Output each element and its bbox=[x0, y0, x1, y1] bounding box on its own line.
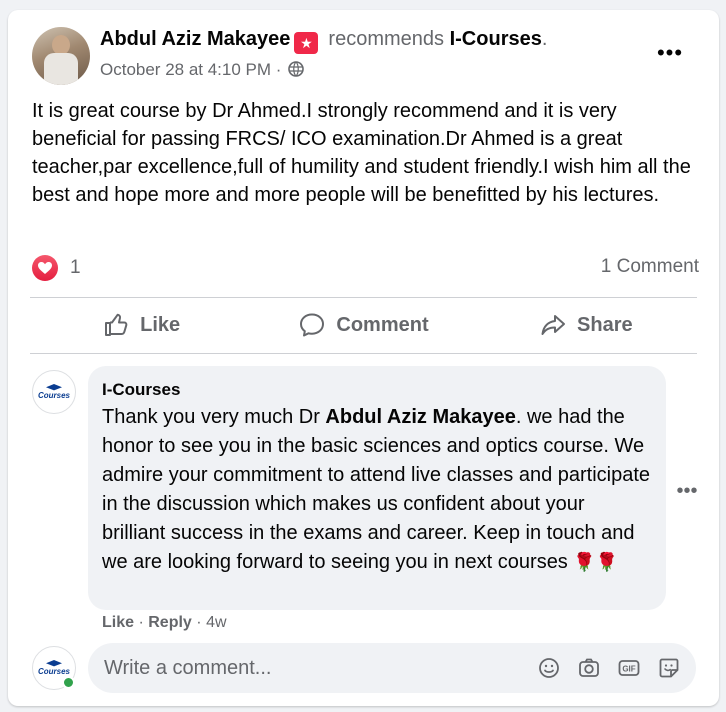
post-meta: October 28 at 4:10 PM · bbox=[100, 60, 304, 80]
camera-icon[interactable] bbox=[576, 655, 602, 681]
globe-icon bbox=[288, 61, 304, 77]
comment-text-start: Thank you very much Dr bbox=[102, 406, 326, 428]
commenter-avatar[interactable]: Courses bbox=[32, 370, 76, 414]
thumbs-up-icon bbox=[105, 313, 128, 336]
divider-bottom bbox=[30, 353, 697, 354]
recommendation-badge-icon: ★ bbox=[294, 32, 319, 54]
comment-actions-dot-2: · bbox=[196, 614, 202, 631]
comment-author[interactable]: I-Courses bbox=[102, 379, 652, 401]
commenter-logo-text: Courses bbox=[37, 391, 70, 400]
comment-text-rest: . we had the honor to see you in the bas… bbox=[102, 406, 651, 573]
rose-emoji: 🌹🌹 bbox=[573, 552, 619, 572]
comment-options-icon[interactable]: ••• bbox=[672, 480, 702, 502]
comment-input[interactable] bbox=[104, 656, 522, 680]
post-timestamp[interactable]: October 28 at 4:10 PM bbox=[100, 60, 271, 79]
meta-separator: · bbox=[275, 60, 282, 79]
comments-count-link[interactable]: 1 Comment bbox=[601, 256, 699, 278]
comment-like-button[interactable]: Like bbox=[102, 614, 134, 631]
love-reaction-icon bbox=[32, 255, 58, 281]
post-actions-bar: Like Comment Share bbox=[30, 297, 697, 353]
avatar-body bbox=[44, 53, 78, 85]
recommends-label: recommends bbox=[328, 28, 445, 50]
comment-mention[interactable]: Abdul Aziz Makayee bbox=[325, 406, 515, 428]
page-name-link[interactable]: I-Courses bbox=[450, 28, 542, 50]
sticker-icon[interactable] bbox=[656, 655, 682, 681]
share-icon bbox=[541, 315, 566, 335]
comment-actions-dot: · bbox=[138, 614, 144, 631]
header-end-dot: . bbox=[541, 28, 548, 50]
emoji-icon[interactable] bbox=[536, 655, 562, 681]
svg-text:GIF: GIF bbox=[622, 664, 635, 673]
comment-reply-button[interactable]: Reply bbox=[148, 614, 192, 631]
like-label: Like bbox=[140, 313, 181, 336]
gif-icon[interactable]: GIF bbox=[616, 655, 642, 681]
post-options-icon[interactable]: ••• bbox=[650, 40, 690, 65]
avatar-head bbox=[52, 35, 70, 55]
comment-bubble: I-Courses Thank you very much Dr Abdul A… bbox=[88, 366, 666, 610]
comment-label: Comment bbox=[336, 313, 429, 336]
like-button[interactable]: Like bbox=[30, 297, 252, 353]
comment-actions: Like · Reply · 4w bbox=[102, 614, 227, 632]
share-label: Share bbox=[577, 313, 633, 336]
author-name[interactable]: Abdul Aziz Makayee bbox=[100, 28, 290, 50]
online-status-dot bbox=[62, 676, 75, 689]
comment-button[interactable]: Comment bbox=[252, 297, 474, 353]
author-avatar[interactable] bbox=[32, 27, 90, 85]
comment-text: Thank you very much Dr Abdul Aziz Makaye… bbox=[102, 403, 652, 577]
comment-composer: GIF bbox=[88, 643, 696, 693]
comment-icon bbox=[300, 313, 325, 337]
composer-logo-text: Courses bbox=[37, 667, 70, 676]
reactions-summary[interactable]: 1 bbox=[32, 253, 81, 283]
comment-age[interactable]: 4w bbox=[206, 614, 226, 631]
share-button[interactable]: Share bbox=[475, 297, 697, 353]
post-card: Abdul Aziz Makayee ★ recommends I-Courses.… bbox=[8, 10, 719, 706]
post-text: It is great course by Dr Ahmed.I strongl… bbox=[32, 100, 691, 206]
post-header: Abdul Aziz Makayee ★ recommends I-Courses. bbox=[100, 28, 547, 54]
reaction-count: 1 bbox=[70, 257, 81, 278]
